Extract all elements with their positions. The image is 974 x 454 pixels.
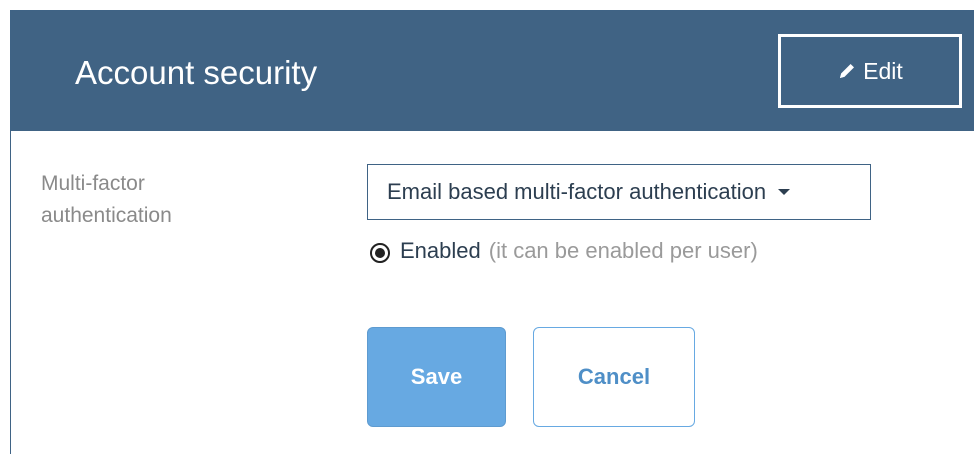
pencil-icon [840, 64, 855, 78]
page-title: Account security [75, 54, 318, 91]
account-security-panel: Account security Edit Multi-factor authe… [10, 10, 974, 454]
caret-down-icon [778, 189, 791, 195]
cancel-button[interactable]: Cancel [533, 327, 695, 427]
mfa-method-selected-value: Email based multi-factor authentication [387, 179, 767, 204]
mfa-enabled-option[interactable]: Enabled (it can be enabled per user) [370, 238, 758, 264]
enabled-radio-hint: (it can be enabled per user) [488, 238, 758, 263]
edit-button-label: Edit [863, 57, 903, 84]
radio-checked-dot [375, 248, 385, 258]
save-button[interactable]: Save [367, 327, 506, 427]
mfa-field-label: Multi-factor authentication [41, 172, 172, 227]
mfa-method-select[interactable]: Email based multi-factor authentication [367, 164, 871, 220]
panel-header: Account security Edit [11, 11, 974, 131]
enabled-radio[interactable] [370, 243, 390, 263]
enabled-radio-label: Enabled [400, 238, 481, 263]
edit-button[interactable]: Edit [778, 34, 962, 108]
